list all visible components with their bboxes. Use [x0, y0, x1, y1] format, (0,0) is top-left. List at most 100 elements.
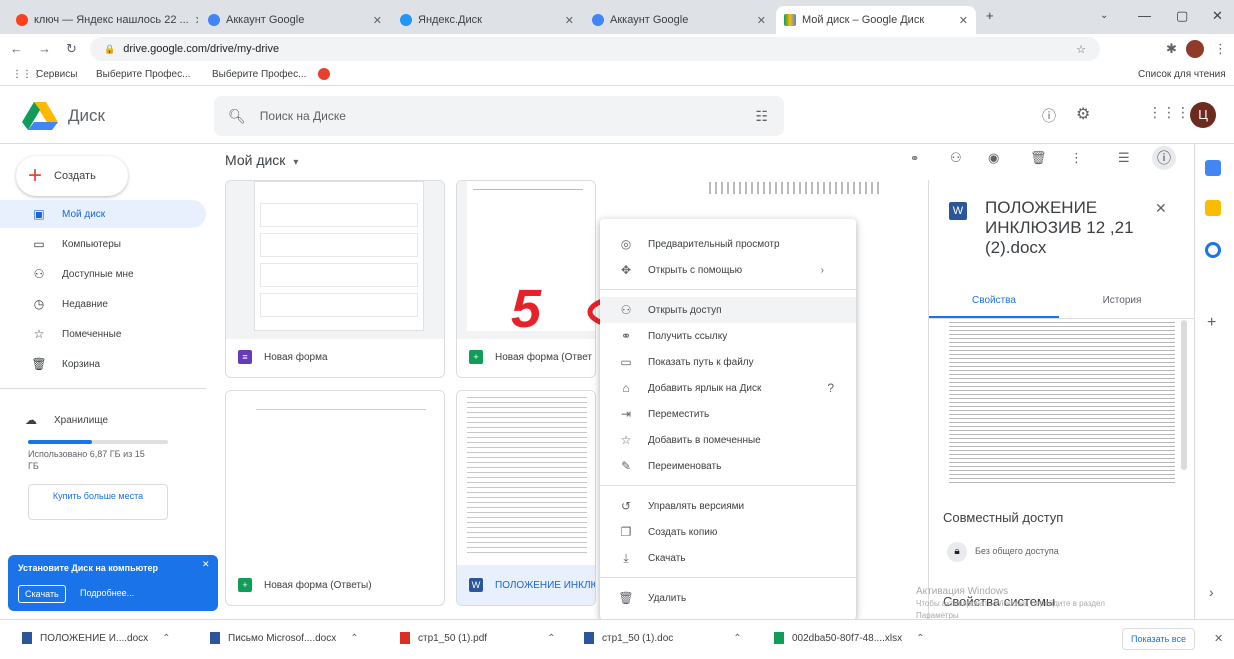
bookmark-favicon-icon[interactable] [318, 68, 330, 80]
file-tile[interactable]: ≡ Новая форма [225, 180, 445, 378]
tab-history[interactable]: История [1059, 284, 1185, 318]
star-bookmark-icon[interactable]: ☆ [1076, 43, 1086, 56]
close-details-icon[interactable]: ✕ [1155, 200, 1167, 217]
add-addon-icon[interactable]: + [1207, 314, 1216, 332]
download-item[interactable]: ПОЛОЖЕНИЕ И....docx ⌃ [22, 632, 171, 644]
new-tab-button[interactable]: + [986, 8, 994, 23]
download-item[interactable]: стр1_50 (1).pdf ⌃ [400, 632, 555, 644]
close-tab-icon[interactable]: ✕ [367, 14, 382, 27]
browser-tab[interactable]: Яндекс.Диск ✕ [392, 6, 582, 34]
browser-tab[interactable]: Аккаунт Google ✕ [200, 6, 390, 34]
tab-properties[interactable]: Свойства [929, 284, 1059, 318]
menu-item-get-link[interactable]: ⚭ Получить ссылку [600, 323, 856, 349]
tab-search-icon[interactable]: ⌄ [1100, 10, 1108, 21]
chevron-up-icon[interactable]: ⌃ [547, 633, 555, 644]
close-downloads-icon[interactable]: ✕ [1214, 632, 1223, 645]
chevron-up-icon[interactable]: ⌃ [350, 633, 358, 644]
menu-item-rename[interactable]: ✎ Переименовать [600, 453, 856, 479]
list-view-icon[interactable]: ☰ [1118, 150, 1130, 166]
preview-eye-icon[interactable]: ◉ [988, 150, 999, 166]
download-item[interactable]: Письмо Microsof....docx ⌃ [210, 632, 359, 644]
download-item[interactable]: стр1_50 (1).doc ⌃ [584, 632, 742, 644]
chevron-up-icon[interactable]: ⌃ [162, 633, 170, 644]
minimize-icon[interactable]: — [1138, 8, 1151, 23]
menu-item-open-with[interactable]: ✥ Открыть с помощью › [600, 257, 856, 283]
sidebar-item-shared[interactable]: ⚇ Доступные мне [0, 260, 206, 288]
menu-item-delete[interactable]: 🗑︎ Удалить [600, 585, 856, 611]
chevron-up-icon[interactable]: ⌃ [733, 633, 741, 644]
close-tab-icon[interactable]: ✕ [189, 14, 198, 27]
file-thumbnail [226, 181, 444, 339]
show-all-downloads-button[interactable]: Показать все [1122, 628, 1195, 650]
bookmark-item[interactable]: Выберите Профес... [96, 69, 190, 80]
download-item[interactable]: 002dba50-80f7-48....xlsx ⌃ [774, 632, 924, 644]
buy-storage-button[interactable]: Купить больше места [28, 484, 168, 520]
browser-tab-active[interactable]: Мой диск – Google Диск ✕ [776, 6, 976, 34]
back-icon[interactable]: ← [10, 41, 23, 56]
downloads-bar: ПОЛОЖЕНИЕ И....docx ⌃ Письмо Microsof...… [0, 619, 1234, 659]
share-person-icon[interactable]: ⚇ [950, 150, 962, 166]
menu-item-move[interactable]: ⇥ Переместить [600, 401, 856, 427]
help-icon[interactable]: ⓘ [1042, 106, 1056, 126]
create-button[interactable]: + Создать [16, 156, 128, 196]
banner-download-button[interactable]: Скачать [18, 585, 66, 603]
chevron-up-icon[interactable]: ⌃ [916, 633, 924, 644]
drive-logo-icon[interactable] [22, 102, 58, 130]
file-tile-selected[interactable]: W ПОЛОЖЕНИЕ ИНКЛЮ [456, 390, 596, 606]
info-icon[interactable]: ⓘ [1152, 146, 1176, 170]
menu-item-download[interactable]: ⤓ Скачать [600, 545, 856, 571]
sidebar-item-storage[interactable]: ☁ Хранилище [0, 406, 206, 434]
forward-icon[interactable]: → [38, 41, 51, 56]
sidebar-item-computers[interactable]: ▭ Компьютеры [0, 230, 206, 258]
calendar-icon[interactable] [1205, 160, 1221, 176]
extensions-icon[interactable]: ✱ [1166, 41, 1177, 57]
search-options-icon[interactable]: ☷ [755, 108, 768, 125]
tasks-icon[interactable] [1205, 242, 1221, 258]
account-avatar[interactable]: Ц [1190, 102, 1216, 128]
bookmark-item[interactable]: Выберите Профес... [212, 69, 306, 80]
menu-dots-icon[interactable]: ⋮ [1214, 41, 1227, 57]
scrollbar[interactable] [1181, 320, 1187, 470]
close-tab-icon[interactable]: ✕ [559, 14, 574, 27]
delete-icon[interactable]: 🗑︎ [1030, 150, 1047, 166]
close-tab-icon[interactable]: ✕ [751, 14, 766, 27]
menu-item-show-location[interactable]: ▭ Показать путь к файлу [600, 349, 856, 375]
maximize-icon[interactable]: ▢ [1176, 8, 1188, 24]
banner-more-link[interactable]: Подробнее... [80, 588, 134, 598]
sidebar-item-recent[interactable]: ◷ Недавние [0, 290, 206, 318]
sidebar-item-my-drive[interactable]: ▣ Мой диск [0, 200, 206, 228]
menu-item-make-copy[interactable]: ❐ Создать копию [600, 519, 856, 545]
menu-item-preview[interactable]: ◎ Предварительный просмотр [600, 231, 856, 257]
expand-panel-icon[interactable]: › [1209, 584, 1214, 600]
search-input[interactable]: 🔍︎ Поиск на Диске ☷ [214, 96, 784, 136]
browser-tab[interactable]: ключ — Яндекс нашлось 22 ... ✕ [8, 6, 198, 34]
sidebar-item-trash[interactable]: 🗑︎ Корзина [0, 350, 206, 378]
menu-item-star[interactable]: ☆ Добавить в помеченные [600, 427, 856, 453]
apps-grid-icon[interactable]: ⋮⋮⋮ [1148, 104, 1190, 121]
browser-tab[interactable]: Аккаунт Google ✕ [584, 6, 774, 34]
close-banner-icon[interactable]: ✕ [202, 559, 210, 570]
menu-item-label: Открыть доступ [648, 304, 722, 316]
menu-item-add-shortcut[interactable]: ⌂ Добавить ярлык на Диск ? [600, 375, 856, 401]
profile-avatar[interactable] [1186, 40, 1204, 58]
help-circle-icon[interactable]: ? [827, 381, 834, 395]
file-tile[interactable]: + Новая форма (Ответы) [225, 390, 445, 606]
breadcrumb[interactable]: Мой диск ▾ [225, 152, 298, 168]
reload-icon[interactable]: ↻ [66, 41, 77, 57]
close-tab-icon[interactable]: ✕ [953, 14, 968, 27]
get-link-icon[interactable]: ⚭ [910, 152, 919, 165]
sidebar-item-starred[interactable]: ☆ Помеченные [0, 320, 206, 348]
bookmark-item[interactable]: Сервисы [36, 69, 77, 80]
menu-item-share[interactable]: ⚇ Открыть доступ [600, 297, 856, 323]
menu-item-label: Переименовать [648, 460, 722, 472]
more-actions-icon[interactable]: ⋮ [1070, 150, 1083, 166]
word-doc-icon: W [469, 578, 483, 592]
reading-list[interactable]: Список для чтения [1138, 69, 1226, 80]
close-window-icon[interactable]: ✕ [1212, 8, 1223, 24]
shared-icon: ⚇ [33, 267, 45, 281]
menu-item-manage-versions[interactable]: ↺ Управлять версиями [600, 493, 856, 519]
search-icon[interactable]: 🔍︎ [228, 108, 246, 125]
address-bar[interactable]: 🔒 drive.google.com/drive/my-drive ☆ [90, 37, 1100, 61]
keep-icon[interactable] [1205, 200, 1221, 216]
settings-gear-icon[interactable]: ⚙ [1076, 104, 1090, 124]
